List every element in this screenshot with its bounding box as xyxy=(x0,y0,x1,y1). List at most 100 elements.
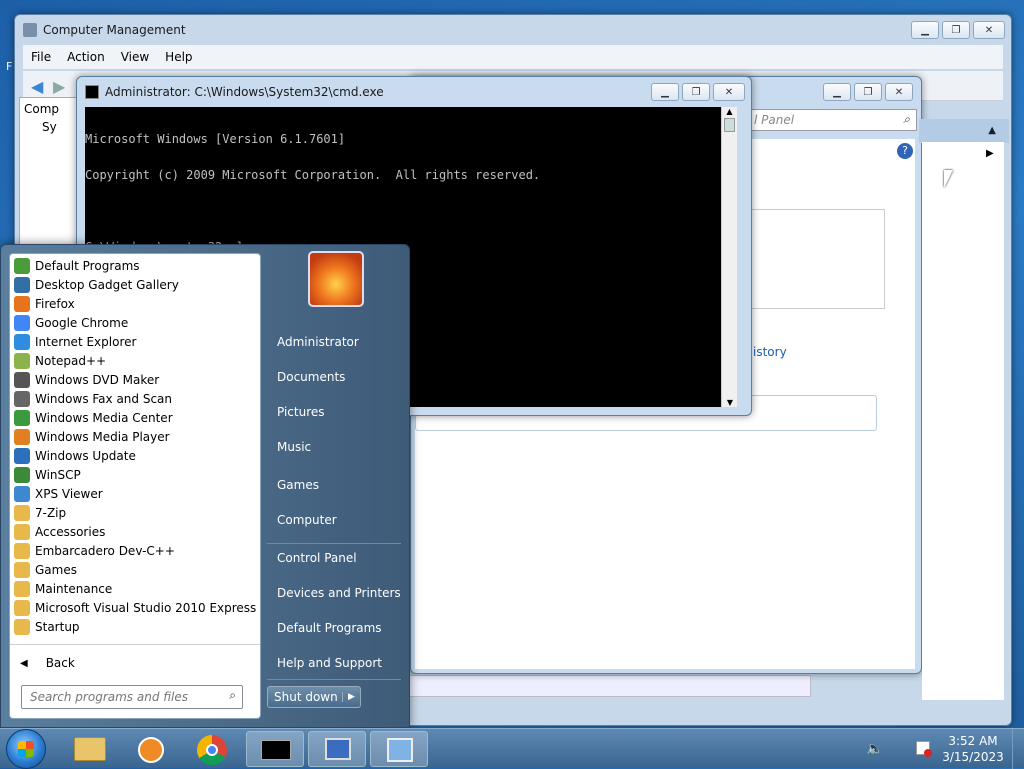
cmd-line: Copyright (c) 2009 Microsoft Corporation… xyxy=(85,168,541,182)
menu-action[interactable]: Action xyxy=(59,50,113,64)
folder-icon xyxy=(14,561,30,578)
folder-icon xyxy=(14,599,30,616)
program-item[interactable]: Desktop Gadget Gallery xyxy=(10,275,260,294)
cmd-close-button[interactable]: ✕ xyxy=(713,83,745,101)
program-item[interactable]: Games xyxy=(10,560,260,579)
media-player-taskbar-icon[interactable] xyxy=(122,731,180,767)
program-item[interactable]: Accessories xyxy=(10,522,260,541)
start-right-item[interactable]: Computer xyxy=(277,513,337,527)
show-desktop-button[interactable] xyxy=(1012,729,1024,769)
start-right-item[interactable]: Documents xyxy=(277,370,345,384)
program-item[interactable]: Notepad++ xyxy=(10,351,260,370)
cmd-minimize-button[interactable]: ▁ xyxy=(651,83,679,101)
computer-management-icon xyxy=(325,738,351,760)
start-right-item[interactable]: Pictures xyxy=(277,405,325,419)
cmd-maximize-button[interactable]: ❐ xyxy=(682,83,710,101)
menu-file[interactable]: File xyxy=(23,50,59,64)
start-right-item[interactable]: Devices and Printers xyxy=(277,586,401,600)
clock[interactable]: 3:52 AM 3/15/2023 xyxy=(940,733,1006,765)
start-search-input[interactable]: Search programs and files ⌕ xyxy=(21,685,243,709)
program-item[interactable]: Microsoft Visual Studio 2010 Express xyxy=(10,598,260,617)
program-icon xyxy=(14,333,30,350)
start-right-item[interactable]: Control Panel xyxy=(277,551,357,565)
program-item[interactable]: Windows Media Player xyxy=(10,427,260,446)
forward-arrow-icon[interactable]: ▶ xyxy=(53,77,65,96)
help-icon[interactable]: ? xyxy=(897,143,913,159)
program-list: Default Programs Desktop Gadget Gallery Fi… xyxy=(9,253,261,719)
cp-maximize-button[interactable]: ❐ xyxy=(854,83,882,101)
chrome-taskbar-icon[interactable] xyxy=(184,731,242,767)
folder-icon xyxy=(14,523,30,540)
menu-view[interactable]: View xyxy=(113,50,157,64)
program-item[interactable]: Google Chrome xyxy=(10,313,260,332)
program-icon xyxy=(14,352,30,369)
cp-minimize-button[interactable]: ▁ xyxy=(823,83,851,101)
program-item[interactable]: Firefox xyxy=(10,294,260,313)
scroll-up-icon[interactable]: ▲ xyxy=(722,107,737,116)
folder-icon xyxy=(14,580,30,597)
program-item[interactable]: 7-Zip xyxy=(10,503,260,522)
shutdown-arrow-icon[interactable]: ▶ xyxy=(342,692,360,702)
cmd-icon xyxy=(261,740,291,760)
cm-statusbar xyxy=(407,675,811,697)
cp-panel-box xyxy=(735,209,885,309)
cmd-scrollbar[interactable]: ▲ ▼ xyxy=(721,107,737,407)
program-item[interactable]: Startup xyxy=(10,617,260,636)
explorer-taskbar-icon[interactable] xyxy=(60,731,118,767)
program-icon xyxy=(14,314,30,331)
program-item[interactable]: Windows Fax and Scan xyxy=(10,389,260,408)
program-item[interactable]: Embarcadero Dev-C++ xyxy=(10,541,260,560)
folder-icon xyxy=(14,542,30,559)
start-right-item[interactable]: Games xyxy=(277,478,319,492)
cm-title: Computer Management xyxy=(43,23,186,37)
program-item[interactable]: Windows Media Center xyxy=(10,408,260,427)
maximize-button[interactable]: ❐ xyxy=(942,21,970,39)
cp-close-button[interactable]: ✕ xyxy=(885,83,913,101)
expand-right-icon[interactable]: ▶ xyxy=(986,148,994,159)
search-icon[interactable]: ⌕ xyxy=(229,688,236,703)
action-center-icon[interactable] xyxy=(916,741,932,757)
tree-item-computer[interactable]: Comp xyxy=(24,102,59,116)
close-button[interactable]: ✕ xyxy=(973,21,1005,39)
program-icon xyxy=(14,428,30,445)
program-item[interactable]: XPS Viewer xyxy=(10,484,260,503)
search-icon[interactable]: ⌕ xyxy=(903,112,910,127)
cmd-titlebar[interactable]: Administrator: C:\Windows\System32\cmd.e… xyxy=(77,77,751,107)
start-right-item[interactable]: Default Programs xyxy=(277,621,382,635)
start-right-item[interactable]: Music xyxy=(277,440,311,454)
history-link[interactable]: istory xyxy=(753,345,787,359)
cm-menubar: File Action View Help xyxy=(23,45,1003,69)
start-right-item[interactable]: Help and Support xyxy=(277,656,382,670)
windows-logo-icon xyxy=(18,741,34,757)
back-button[interactable]: ◀ Back xyxy=(20,652,75,674)
program-item[interactable]: WinSCP xyxy=(10,465,260,484)
cm-titlebar[interactable]: Computer Management ▁ ❐ ✕ xyxy=(15,15,1011,45)
cmd-line xyxy=(85,205,721,217)
control-panel-taskbar-button[interactable] xyxy=(370,731,428,767)
menu-help[interactable]: Help xyxy=(157,50,200,64)
cmd-taskbar-button[interactable] xyxy=(246,731,304,767)
collapse-up-icon[interactable]: ▲ xyxy=(922,120,1004,142)
computer-management-taskbar-button[interactable] xyxy=(308,731,366,767)
scroll-down-icon[interactable]: ▼ xyxy=(722,398,738,407)
program-item[interactable]: Default Programs xyxy=(10,256,260,275)
program-item[interactable]: Maintenance xyxy=(10,579,260,598)
program-icon xyxy=(14,466,30,483)
back-arrow-icon[interactable]: ◀ xyxy=(31,77,43,96)
tree-item-system[interactable]: Sy xyxy=(42,120,57,134)
cp-search-box[interactable]: l Panel ⌕ xyxy=(747,109,917,131)
user-avatar[interactable] xyxy=(308,251,364,307)
media-player-icon xyxy=(138,737,164,763)
program-item[interactable]: Windows Update xyxy=(10,446,260,465)
scroll-thumb[interactable] xyxy=(724,118,735,132)
shutdown-button[interactable]: Shut down ▶ xyxy=(267,686,361,708)
program-item[interactable]: Windows DVD Maker xyxy=(10,370,260,389)
start-button[interactable] xyxy=(6,729,46,769)
mouse-cursor xyxy=(944,170,953,188)
folder-icon xyxy=(14,618,30,635)
start-right-item[interactable]: Administrator xyxy=(277,335,359,349)
volume-icon[interactable]: 🔈 xyxy=(866,741,883,757)
minimize-button[interactable]: ▁ xyxy=(911,21,939,39)
program-item[interactable]: Internet Explorer xyxy=(10,332,260,351)
program-icon xyxy=(14,257,30,274)
